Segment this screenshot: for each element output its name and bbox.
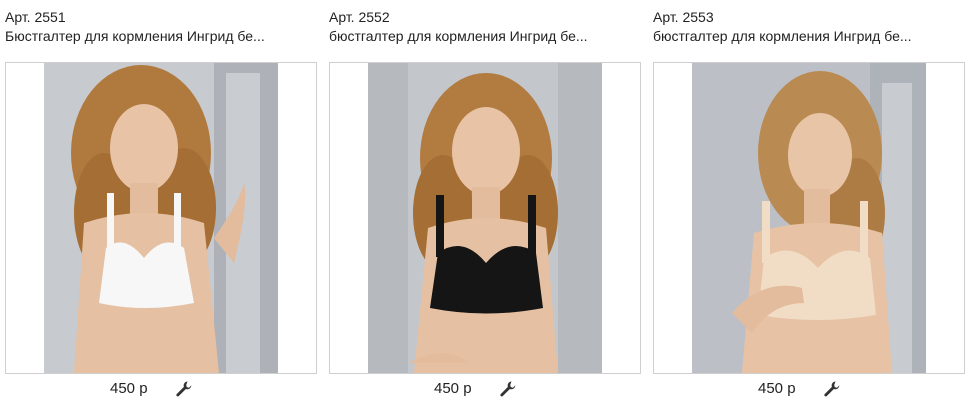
product-price: 450 р bbox=[758, 380, 796, 397]
product-article: Арт. 2553 bbox=[653, 9, 714, 25]
product-card: Арт. 2552 бюстгалтер для кормления Ингри… bbox=[329, 0, 641, 408]
product-image-link[interactable] bbox=[329, 62, 641, 374]
price-row: 450 р bbox=[329, 378, 641, 400]
price-row: 450 р bbox=[653, 378, 965, 400]
product-photo bbox=[44, 63, 278, 373]
wrench-icon[interactable] bbox=[499, 380, 517, 398]
price-row: 450 р bbox=[5, 378, 317, 400]
product-card: Арт. 2551 Бюстгалтер для кормления Ингри… bbox=[5, 0, 317, 408]
product-title-link[interactable]: бюстгалтер для кормления Ингрид бе... bbox=[329, 27, 629, 45]
product-image-link[interactable] bbox=[653, 62, 965, 374]
product-photo bbox=[368, 63, 602, 373]
product-grid: Арт. 2551 Бюстгалтер для кормления Ингри… bbox=[0, 0, 972, 408]
product-article: Арт. 2552 bbox=[329, 9, 390, 25]
product-photo bbox=[692, 63, 926, 373]
product-article: Арт. 2551 bbox=[5, 9, 66, 25]
product-card: Арт. 2553 бюстгалтер для кормления Ингри… bbox=[653, 0, 965, 408]
product-price: 450 р bbox=[434, 380, 472, 397]
product-title-link[interactable]: бюстгалтер для кормления Ингрид бе... bbox=[653, 27, 953, 45]
wrench-icon[interactable] bbox=[823, 380, 841, 398]
product-title-link[interactable]: Бюстгалтер для кормления Ингрид бе... bbox=[5, 27, 305, 45]
wrench-icon[interactable] bbox=[175, 380, 193, 398]
product-price: 450 р bbox=[110, 380, 148, 397]
product-image-link[interactable] bbox=[5, 62, 317, 374]
